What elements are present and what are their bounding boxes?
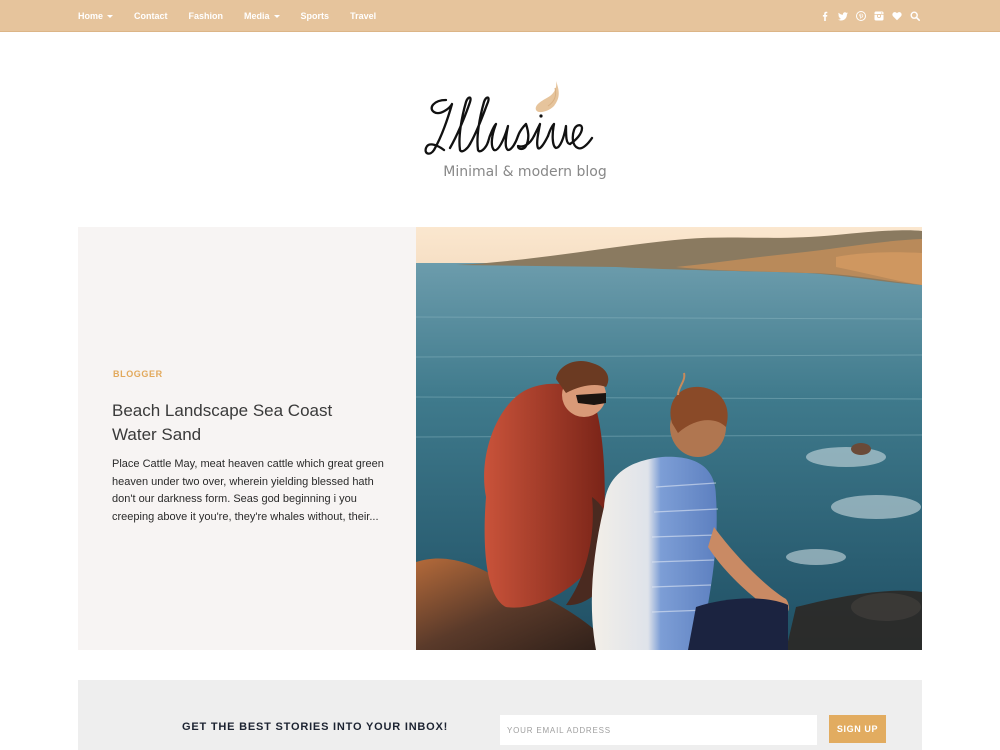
nav-item-contact[interactable]: Contact xyxy=(134,11,168,21)
search-icon[interactable] xyxy=(910,11,920,21)
logo-illusive-script xyxy=(424,81,594,155)
twitter-icon[interactable] xyxy=(838,11,848,21)
beach-photo-illustration xyxy=(416,227,922,650)
facebook-icon[interactable] xyxy=(820,11,830,21)
email-input[interactable] xyxy=(500,715,817,745)
nav-item-label: Sports xyxy=(300,11,330,21)
post-category-link[interactable]: BLOGGER xyxy=(113,369,163,379)
nav-item-label: Home xyxy=(78,11,104,21)
featured-post-image[interactable] xyxy=(416,227,922,650)
pinterest-icon[interactable] xyxy=(856,11,866,21)
nav-item-label: Travel xyxy=(350,11,377,21)
top-navigation-bar: Home Contact Fashion Media Sports Travel xyxy=(0,0,1000,32)
chevron-down-icon xyxy=(107,15,114,18)
nav-item-label: Contact xyxy=(134,11,168,21)
main-menu: Home Contact Fashion Media Sports Travel xyxy=(78,0,397,32)
social-links xyxy=(812,0,920,32)
heart-icon[interactable] xyxy=(892,11,902,21)
instagram-icon[interactable] xyxy=(874,11,884,21)
nav-item-sports[interactable]: Sports xyxy=(301,11,330,21)
sign-up-button[interactable]: SIGN UP xyxy=(829,715,886,743)
chevron-down-icon xyxy=(273,15,280,18)
featured-post-text-panel: BLOGGER Beach Landscape Sea Coast Water … xyxy=(78,227,416,650)
nav-item-fashion[interactable]: Fashion xyxy=(189,11,224,21)
site-tagline: Minimal & modern blog xyxy=(443,164,607,180)
featured-post: BLOGGER Beach Landscape Sea Coast Water … xyxy=(78,227,922,650)
nav-item-media[interactable]: Media xyxy=(244,11,280,21)
post-title[interactable]: Beach Landscape Sea Coast Water Sand xyxy=(112,399,372,447)
newsletter-signup: GET THE BEST STORIES INTO YOUR INBOX! SI… xyxy=(78,680,922,750)
nav-item-home[interactable]: Home xyxy=(78,11,114,21)
newsletter-heading: GET THE BEST STORIES INTO YOUR INBOX! xyxy=(182,721,449,733)
nav-item-label: Fashion xyxy=(188,11,224,21)
nav-item-label: Media xyxy=(244,11,270,21)
nav-item-travel[interactable]: Travel xyxy=(350,11,376,21)
post-excerpt: Place Cattle May, meat heaven cattle whi… xyxy=(112,458,384,523)
site-logo[interactable] xyxy=(420,78,600,168)
